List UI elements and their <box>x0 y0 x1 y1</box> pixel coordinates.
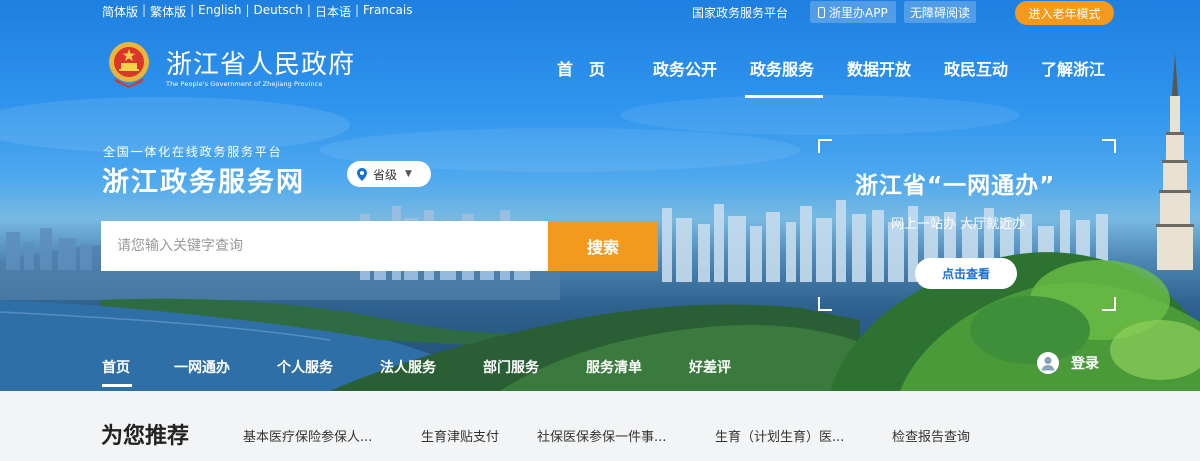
nav-citizen-interaction[interactable]: 政民互动 <box>944 56 1008 80</box>
login-button[interactable]: 登录 <box>1037 352 1099 374</box>
recommend-title: 为您推荐 <box>101 424 190 449</box>
frame-corner <box>1102 297 1116 311</box>
tab-department-services[interactable]: 部门服务 <box>483 357 539 377</box>
elder-mode-button[interactable]: 进入老年模式 <box>1015 1 1114 25</box>
national-emblem-icon[interactable] <box>106 40 152 88</box>
frame-corner <box>1102 139 1116 153</box>
user-icon <box>1037 352 1059 374</box>
site-subtitle: The People's Government of Zhejiang Prov… <box>166 80 323 88</box>
location-pin-icon <box>357 167 367 181</box>
lang-separator: | <box>190 3 195 17</box>
national-platform-link[interactable]: 国家政务服务平台 <box>692 0 788 24</box>
zheliban-app-label: 浙里办APP <box>829 5 888 20</box>
recommend-item[interactable]: 生育（计划生育）医... <box>715 426 844 445</box>
lang-english[interactable]: English <box>198 3 241 20</box>
recommend-item[interactable]: 生育津贴支付 <box>421 426 499 445</box>
nav-home[interactable]: 首 页 <box>557 56 605 80</box>
frame-corner <box>818 139 832 153</box>
tab-personal-services[interactable]: 个人服务 <box>277 357 333 377</box>
recommend-item[interactable]: 检查报告查询 <box>892 426 970 445</box>
login-label: 登录 <box>1071 356 1099 372</box>
search-button[interactable]: 搜索 <box>548 221 658 271</box>
phone-icon <box>818 6 825 18</box>
recommend-item[interactable]: 基本医疗保险参保人... <box>243 426 372 445</box>
lang-deutsch[interactable]: Deutsch <box>254 3 303 20</box>
tab-review[interactable]: 好差评 <box>689 357 731 377</box>
recommend-item[interactable]: 社保医保参保一件事... <box>537 426 666 445</box>
tab-active-indicator <box>102 384 132 387</box>
lang-separator: | <box>245 3 250 17</box>
zheliban-app-link[interactable]: 浙里办APP <box>810 1 896 23</box>
language-bar: 简体版 | 繁体版 | English | Deutsch | 日本语 | Fr… <box>102 3 412 20</box>
tab-home[interactable]: 首页 <box>102 357 130 377</box>
region-select-value: 省级 <box>373 167 398 182</box>
lang-separator: | <box>142 3 147 17</box>
lang-traditional[interactable]: 繁体版 <box>150 3 186 20</box>
site-title[interactable]: 浙江省人民政府 <box>166 44 355 81</box>
platform-subtitle: 全国一体化在线政务服务平台 <box>103 145 283 159</box>
lang-separator: | <box>306 3 311 17</box>
tab-one-network[interactable]: 一网通办 <box>174 357 230 377</box>
recommend-strip: 为您推荐 基本医疗保险参保人... 生育津贴支付 社保医保参保一件事... 生育… <box>0 391 1200 461</box>
lang-francais[interactable]: Francais <box>363 3 412 20</box>
search-input[interactable] <box>101 221 548 271</box>
tab-corporate-services[interactable]: 法人服务 <box>380 357 436 377</box>
caret-down-icon: ▼ <box>405 169 412 179</box>
lang-simplified[interactable]: 简体版 <box>102 3 138 20</box>
tab-service-list[interactable]: 服务清单 <box>586 357 642 377</box>
view-more-button[interactable]: 点击查看 <box>915 258 1017 289</box>
one-network-title: 浙江省“一网通办” <box>855 173 1056 199</box>
frame-corner <box>818 297 832 311</box>
nav-open-data[interactable]: 数据开放 <box>847 56 911 80</box>
nav-active-indicator <box>745 95 823 98</box>
accessible-reading-link[interactable]: 无障碍阅读 <box>904 1 977 23</box>
nav-government-services[interactable]: 政务服务 <box>750 56 814 80</box>
hero-banner: 简体版 | 繁体版 | English | Deutsch | 日本语 | Fr… <box>0 0 1200 391</box>
nav-about-zhejiang[interactable]: 了解浙江 <box>1041 56 1105 80</box>
nav-government-affairs[interactable]: 政务公开 <box>653 56 717 80</box>
lang-separator: | <box>354 3 360 17</box>
one-network-slogan: 网上一站办 大厅就近办 <box>891 217 1026 232</box>
lang-japanese[interactable]: 日本语 <box>315 3 351 20</box>
platform-title: 浙江政务服务网 <box>102 167 305 198</box>
region-select[interactable]: 省级 ▼ <box>347 161 431 187</box>
